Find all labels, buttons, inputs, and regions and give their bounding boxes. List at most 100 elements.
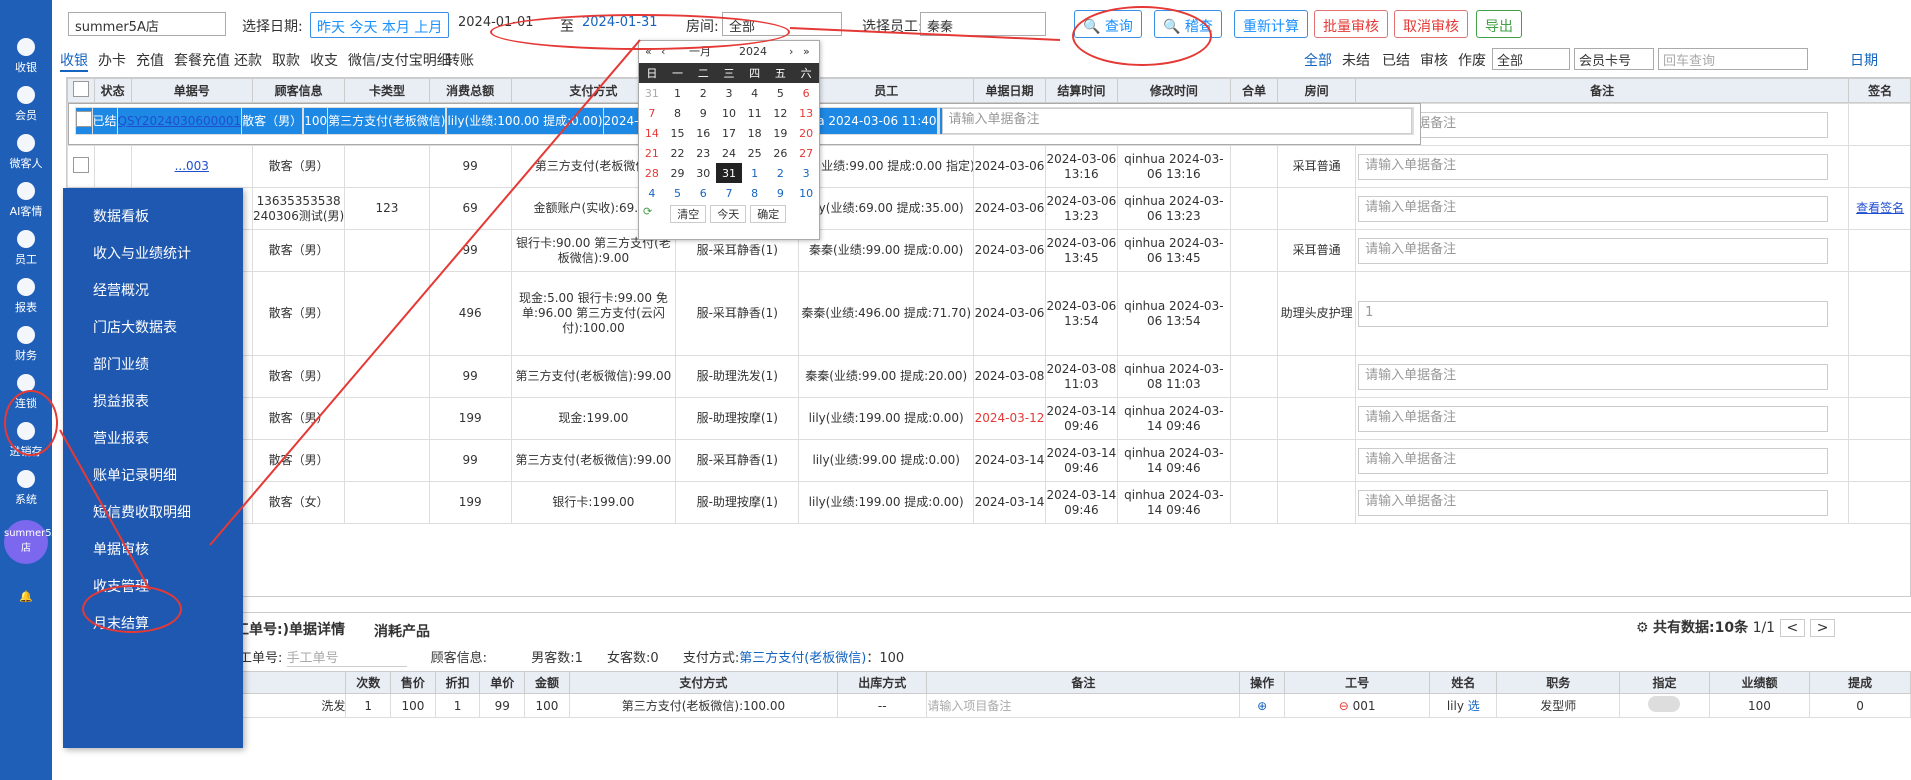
gear-icon[interactable]: ⚙	[1636, 620, 1653, 636]
card-type-select[interactable]: 会员卡号	[1574, 48, 1654, 70]
calendar-day[interactable]: 5	[768, 83, 794, 103]
note-input[interactable]: 请输入单据备注	[1358, 447, 1829, 474]
calendar-day[interactable]: 31	[716, 163, 742, 183]
calendar-day[interactable]: 22	[665, 143, 691, 163]
menu-store-bigdata[interactable]: 门店大数据表	[93, 317, 177, 337]
calendar-link[interactable]: 日期	[1850, 50, 1878, 70]
note-input[interactable]: 请输入单据备注	[1358, 405, 1829, 432]
bill-no-link[interactable]: QSY2024030600001	[118, 114, 241, 128]
cancel-audit-button[interactable]: 取消审核	[1394, 10, 1468, 38]
tab-recharge[interactable]: 充值	[136, 50, 164, 70]
manual-no-input[interactable]: 手工单号	[286, 647, 407, 667]
tab-repay[interactable]: 还款	[234, 50, 262, 70]
tab-withdraw[interactable]: 取款	[272, 50, 300, 70]
calendar-day[interactable]: 3	[716, 83, 742, 103]
menu-dept-perf[interactable]: 部门业绩	[93, 354, 149, 374]
note-input[interactable]: 请输入单据备注	[1358, 237, 1829, 264]
store-avatar[interactable]: summer5A店	[4, 520, 59, 564]
next-year-button[interactable]: »	[803, 41, 810, 63]
calendar-day[interactable]: 21	[639, 143, 665, 163]
calendar-day[interactable]: 20	[793, 123, 819, 143]
menu-dashboard[interactable]: 数据看板	[93, 206, 149, 226]
bell-icon[interactable]: 🔔	[0, 590, 52, 603]
calendar-day[interactable]: 4	[742, 83, 768, 103]
sidebar-item-report[interactable]: 报表	[0, 278, 52, 315]
calendar-day[interactable]: 6	[793, 83, 819, 103]
calendar-day[interactable]: 10	[716, 103, 742, 123]
sidebar-item-cashier[interactable]: 收银	[0, 38, 52, 75]
calendar-day[interactable]: 1	[742, 163, 768, 183]
menu-overview[interactable]: 经营概况	[93, 280, 149, 300]
pay-method-link[interactable]: 第三方支付(老板微信)	[739, 651, 866, 666]
calendar-day[interactable]: 11	[742, 103, 768, 123]
calendar-day[interactable]: 8	[665, 103, 691, 123]
header-checkbox[interactable]	[67, 78, 95, 103]
sidebar-item-ai[interactable]: AI客情	[0, 182, 52, 219]
calendar-day[interactable]: 24	[716, 143, 742, 163]
recalc-button[interactable]: 重新计算	[1234, 10, 1308, 38]
calendar-day[interactable]: 14	[639, 123, 665, 143]
note-input[interactable]: 请输入单据备注	[1358, 489, 1829, 516]
calendar-day[interactable]: 15	[665, 123, 691, 143]
view-signature-link[interactable]: 查看签名	[1856, 201, 1904, 215]
add-icon[interactable]: ⊕	[1239, 693, 1286, 718]
calendar-day[interactable]: 8	[742, 183, 768, 203]
calendar-today[interactable]: 今天	[710, 205, 747, 223]
sidebar-item-finance[interactable]: 财务	[0, 326, 52, 363]
calendar-day[interactable]: 7	[639, 103, 665, 123]
tab-income-expense[interactable]: 收支	[310, 50, 338, 70]
filter-voided[interactable]: 作废	[1458, 50, 1486, 70]
note-input[interactable]: 请输入单据备注	[1358, 195, 1829, 222]
note-input[interactable]: 请输入单据备注	[941, 108, 1412, 134]
sidebar-item-staff[interactable]: 员工	[0, 230, 52, 267]
calendar-day[interactable]: 27	[793, 143, 819, 163]
calendar-day[interactable]: 3	[793, 163, 819, 183]
calendar-day[interactable]: 30	[690, 163, 716, 183]
prev-page-button[interactable]: <	[1779, 619, 1806, 637]
calendar-day[interactable]: 9	[768, 183, 794, 203]
quick-today[interactable]: 今天	[349, 20, 377, 36]
note-input[interactable]: 请输入单据备注	[1358, 153, 1829, 180]
note-input[interactable]: 请输入单据备注	[1358, 363, 1829, 390]
table-row[interactable]: ...005散客（男）99银行卡:90.00 第三方支付(老板微信):9.00服…	[67, 229, 1910, 272]
calendar-day[interactable]: 2	[690, 83, 716, 103]
next-month-button[interactable]: ›	[789, 41, 793, 63]
filter-settled[interactable]: 已结	[1382, 50, 1410, 70]
menu-sms-fee[interactable]: 短信费收取明细	[93, 502, 191, 522]
calendar-day[interactable]: 25	[742, 143, 768, 163]
note-input[interactable]: 请输入单据备注	[1358, 111, 1829, 138]
table-row[interactable]: ...002散客（女）199银行卡:199.00服-助理按摩(1)lily(业绩…	[67, 481, 1910, 524]
calendar-day[interactable]: 18	[742, 123, 768, 143]
batch-audit-button[interactable]: 批量审核	[1314, 10, 1388, 38]
filter-unsettled[interactable]: 未结	[1342, 50, 1370, 70]
quick-last-month[interactable]: 上月	[414, 20, 442, 36]
table-row[interactable]: ...00413635353538 240306测试(男)12369金额账户(实…	[67, 187, 1910, 230]
calendar-day[interactable]: 10	[793, 183, 819, 203]
search-input[interactable]: 回车查询	[1658, 48, 1808, 70]
calendar-day[interactable]: 5	[665, 183, 691, 203]
quick-yesterday[interactable]: 昨天	[317, 20, 345, 36]
calendar-day[interactable]: 17	[716, 123, 742, 143]
calendar-day[interactable]: 29	[665, 163, 691, 183]
calendar-confirm[interactable]: 确定	[750, 205, 787, 223]
menu-bill-audit[interactable]: 单据审核	[93, 539, 149, 559]
tab-cashier[interactable]: 收银	[60, 50, 88, 72]
tab-package-recharge[interactable]: 套餐充值	[174, 50, 230, 70]
sidebar-item-wechat-customer[interactable]: 微客人	[0, 134, 52, 171]
calendar-clear[interactable]: 清空	[670, 205, 707, 223]
filter-all[interactable]: 全部	[1304, 50, 1332, 70]
calendar-day[interactable]: 16	[690, 123, 716, 143]
item-remark-input[interactable]: 请输入项目备注	[926, 693, 1241, 718]
row-checkbox[interactable]	[72, 156, 89, 173]
calendar-day[interactable]: 12	[768, 103, 794, 123]
calendar-day[interactable]: 6	[690, 183, 716, 203]
calendar-day[interactable]: 28	[639, 163, 665, 183]
calendar-day[interactable]: 2	[768, 163, 794, 183]
store-select[interactable]: summer5A店	[68, 12, 226, 36]
filter-audited[interactable]: 审核	[1420, 50, 1448, 70]
sidebar-item-member[interactable]: 会员	[0, 86, 52, 123]
staff-input[interactable]: 秦秦	[920, 12, 1046, 36]
bill-no-link[interactable]: ...003	[175, 159, 209, 173]
menu-profit-loss[interactable]: 损益报表	[93, 391, 149, 411]
calendar-day[interactable]: 26	[768, 143, 794, 163]
